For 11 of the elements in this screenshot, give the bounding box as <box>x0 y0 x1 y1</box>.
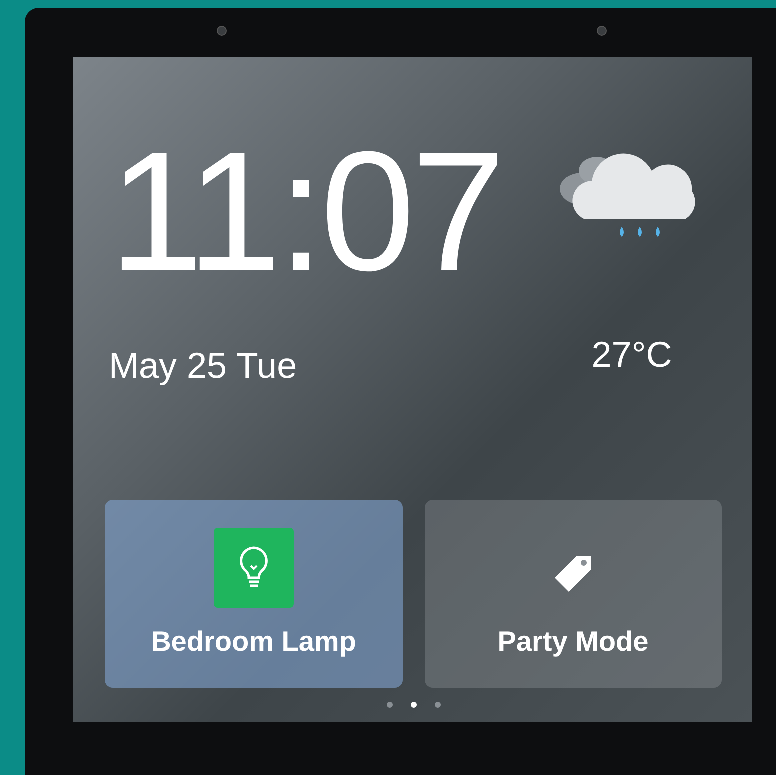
camera-icon <box>597 26 607 36</box>
page-dot[interactable] <box>386 702 392 708</box>
temperature-reading: 27°C <box>592 334 672 376</box>
lightbulb-icon <box>214 528 294 608</box>
clock-time: 11:07 <box>109 137 502 287</box>
scene-tile[interactable]: Bedroom Lamp <box>105 500 402 688</box>
camera-icon <box>217 26 227 36</box>
page-dot[interactable] <box>434 702 440 708</box>
scene-tile[interactable]: Party Mode <box>424 500 722 688</box>
page-dot[interactable] <box>410 702 416 708</box>
clock-date: May 25 Tue <box>109 345 298 387</box>
